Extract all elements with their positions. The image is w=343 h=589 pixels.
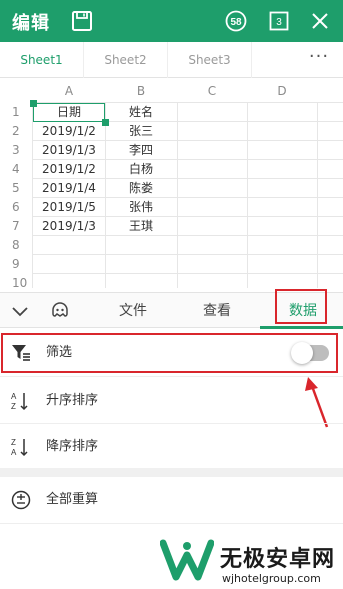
svg-text:A: A: [11, 392, 17, 401]
watermark-url: wjhotelgroup.com: [222, 572, 321, 585]
active-tab-indicator: [260, 326, 343, 329]
badge-count: 58: [230, 17, 242, 28]
collapse-chevron-down-icon[interactable]: [10, 301, 30, 321]
more-icon[interactable]: ···: [301, 42, 337, 78]
grid-line: [317, 102, 318, 288]
svg-text:Z: Z: [11, 402, 16, 411]
cell-a6[interactable]: 2019/1/5: [33, 198, 105, 217]
selection-handle[interactable]: [30, 100, 37, 107]
cell-b3[interactable]: 李四: [105, 141, 177, 160]
sort-ascending-icon: AZ: [10, 390, 32, 412]
row-number[interactable]: 5: [0, 179, 32, 198]
notification-badge-icon[interactable]: 58: [224, 9, 248, 33]
cell-a4[interactable]: 2019/1/2: [33, 160, 105, 179]
spreadsheet-grid[interactable]: A B C D 1 2 3 4 5 6 7 8 9 10 日期 姓名 2019/…: [0, 80, 343, 288]
cell-b7[interactable]: 王琪: [105, 217, 177, 236]
sort-descending-row[interactable]: ZA 降序排序: [0, 424, 343, 470]
close-icon[interactable]: [308, 9, 332, 33]
grid-line: [177, 102, 178, 288]
page-count-icon[interactable]: 3: [267, 9, 291, 33]
sheet-tab-bar: Sheet1 Sheet2 Sheet3 ···: [0, 42, 343, 78]
watermark-logo-icon: [160, 539, 214, 581]
sort-ascending-row[interactable]: AZ 升序排序: [0, 378, 343, 424]
row-number[interactable]: 8: [0, 236, 32, 255]
divider: [0, 523, 343, 524]
row-number[interactable]: 9: [0, 255, 32, 274]
sort-descending-icon: ZA: [10, 436, 32, 458]
sort-descending-label: 降序排序: [46, 439, 99, 454]
tab-sheet2[interactable]: Sheet2: [84, 42, 168, 78]
row-number[interactable]: 1: [0, 103, 32, 122]
page-title: 编辑: [12, 13, 50, 34]
recalculate-all-label: 全部重算: [46, 492, 99, 507]
recalculate-icon: [10, 489, 32, 511]
tab-view[interactable]: 查看: [184, 293, 250, 329]
row-number[interactable]: 7: [0, 217, 32, 236]
cell-b2[interactable]: 张三: [105, 122, 177, 141]
watermark-title: 无极安卓网: [220, 547, 336, 572]
column-header-b[interactable]: B: [105, 80, 177, 102]
cell-b4[interactable]: 白杨: [105, 160, 177, 179]
column-header-d[interactable]: D: [247, 80, 317, 102]
section-gap: [0, 468, 343, 477]
tab-sheet3[interactable]: Sheet3: [168, 42, 252, 78]
cell-a2[interactable]: 2019/1/2: [33, 122, 105, 141]
cell-a7[interactable]: 2019/1/3: [33, 217, 105, 236]
cell-b1[interactable]: 姓名: [105, 103, 177, 122]
row-number[interactable]: 4: [0, 160, 32, 179]
recalculate-all-row[interactable]: 全部重算: [0, 477, 343, 523]
save-icon[interactable]: [70, 9, 94, 33]
row-number[interactable]: 2: [0, 122, 32, 141]
cell-b6[interactable]: 张伟: [105, 198, 177, 217]
grid-line: [32, 273, 343, 274]
face-icon[interactable]: [50, 301, 70, 321]
cell-selection: [33, 103, 105, 122]
cell-b5[interactable]: 陈娄: [105, 179, 177, 198]
sort-ascending-label: 升序排序: [46, 393, 99, 408]
page-count: 3: [276, 17, 282, 28]
grid-line: [247, 102, 248, 288]
top-app-bar: 编辑 58 3: [0, 0, 343, 42]
row-number[interactable]: 10: [0, 274, 32, 288]
column-header-a[interactable]: A: [33, 80, 105, 102]
svg-text:A: A: [11, 448, 17, 457]
svg-text:Z: Z: [11, 438, 16, 447]
cell-a3[interactable]: 2019/1/3: [33, 141, 105, 160]
column-header-c[interactable]: C: [177, 80, 247, 102]
tab-sheet1[interactable]: Sheet1: [0, 42, 84, 78]
row-number[interactable]: 3: [0, 141, 32, 160]
row-number[interactable]: 6: [0, 198, 32, 217]
tab-file[interactable]: 文件: [100, 293, 166, 329]
grid-line: [32, 254, 343, 255]
selection-handle[interactable]: [102, 119, 109, 126]
cell-a5[interactable]: 2019/1/4: [33, 179, 105, 198]
highlight-box-filter: [1, 333, 338, 373]
highlight-box-data-tab: [275, 289, 327, 324]
divider: [0, 376, 343, 377]
